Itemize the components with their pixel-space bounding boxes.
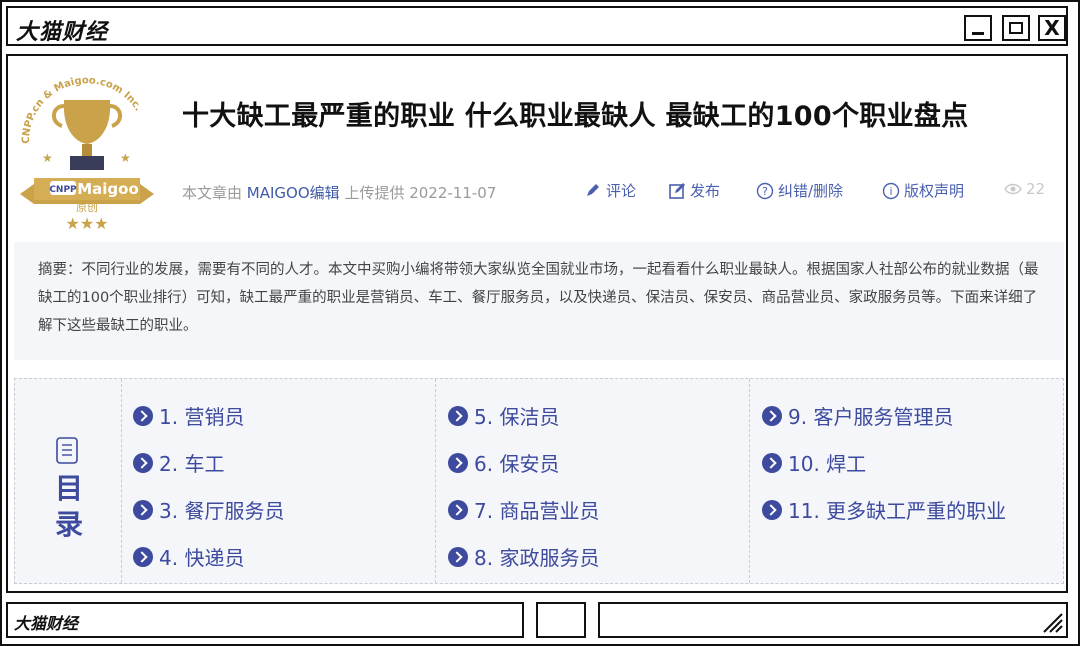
toc-item-label: 11. 更多缺工严重的职业 <box>788 499 1007 523</box>
view-count-value: 22 <box>1026 180 1046 198</box>
editor-link[interactable]: MAIGOO编辑 <box>247 184 340 202</box>
chevron-circle-icon <box>133 405 153 426</box>
table-of-contents: 目录 1. 营销员 2. 车工 3. 餐厅服务员 4. 快递员 5. 保洁员 6… <box>14 378 1064 584</box>
toc-item[interactable]: 7. 商品营业员 <box>448 495 599 524</box>
article-title: 十大缺工最严重的职业 什么职业最缺人 最缺工的100个职业盘点 <box>182 101 969 132</box>
chevron-circle-icon <box>762 499 782 520</box>
eye-icon <box>1004 183 1022 195</box>
edit-square-icon <box>669 182 685 199</box>
article-summary: 摘要：不同行业的发展，需要有不同的人才。本文中买购小编将带领大家纵览全国就业市场… <box>14 242 1064 360</box>
toc-item[interactable]: 4. 快递员 <box>133 542 244 571</box>
article-meta: 本文章由 MAIGOO编辑 上传提供 2022-11-07 <box>182 182 496 203</box>
toc-item[interactable]: 8. 家政服务员 <box>448 542 599 571</box>
toc-title: 目录 <box>54 472 83 541</box>
close-icon: X <box>1044 16 1060 40</box>
status-bar-panel-wide <box>598 602 1068 638</box>
logo-stars: ★★★ <box>65 214 108 233</box>
toc-item-label: 9. 客户服务管理员 <box>788 405 954 429</box>
status-bar-label: 大猫财经 <box>14 614 79 633</box>
title-bar: 大猫财经 X <box>6 6 1068 46</box>
toc-item-label: 10. 焊工 <box>788 452 867 476</box>
content-viewport: CNPP.cn & Maigoo.com Inc. ★ ★ CNPP Maigo… <box>6 54 1068 593</box>
meta-suffix: 上传提供 2022-11-07 <box>344 184 497 202</box>
copyright-button[interactable]: i 版权声明 <box>882 180 964 201</box>
document-icon <box>56 437 78 464</box>
window-title: 大猫财经 <box>16 20 109 45</box>
meta-prefix: 本文章由 <box>182 184 243 202</box>
info-circle-icon: i <box>882 182 900 199</box>
cnpp-maigoo-original-logo: CNPP.cn & Maigoo.com Inc. ★ ★ CNPP Maigo… <box>20 75 154 233</box>
chevron-circle-icon <box>448 499 468 520</box>
toc-item-label: 8. 家政服务员 <box>474 546 600 570</box>
chevron-circle-icon <box>448 405 468 426</box>
toc-item[interactable]: 10. 焊工 <box>762 448 866 477</box>
chevron-circle-icon <box>448 452 468 473</box>
report-label: 纠错/删除 <box>778 182 844 200</box>
pencil-icon <box>587 183 599 196</box>
report-button[interactable]: ? 纠错/删除 <box>756 180 843 201</box>
toc-item-label: 1. 营销员 <box>159 405 245 429</box>
logo-badge-left: CNPP <box>49 185 77 195</box>
minimize-button[interactable] <box>964 15 992 41</box>
toc-header: 目录 <box>15 379 122 583</box>
toc-item[interactable]: 2. 车工 <box>133 448 224 477</box>
resize-grip-icon[interactable] <box>1038 608 1064 634</box>
question-circle-icon: ? <box>756 182 774 199</box>
svg-text:★: ★ <box>42 151 53 165</box>
chevron-circle-icon <box>762 405 782 426</box>
publish-label: 发布 <box>690 182 721 200</box>
status-bar-label-panel: 大猫财经 <box>6 602 524 638</box>
toc-item-label: 3. 餐厅服务员 <box>159 499 285 523</box>
toc-item-label: 7. 商品营业员 <box>474 499 600 523</box>
logo-sub: 原创 <box>76 201 98 214</box>
chevron-circle-icon <box>133 499 153 520</box>
chevron-circle-icon <box>762 452 782 473</box>
svg-text:★: ★ <box>120 151 131 165</box>
comment-label: 评论 <box>606 182 637 200</box>
publish-button[interactable]: 发布 <box>668 180 720 201</box>
chevron-circle-icon <box>448 546 468 567</box>
toc-item[interactable]: 5. 保洁员 <box>448 401 559 430</box>
svg-text:?: ? <box>762 185 768 198</box>
toc-item[interactable]: 1. 营销员 <box>133 401 244 430</box>
logo-badge-right: Maigoo <box>77 180 139 198</box>
toc-item[interactable]: 6. 保安员 <box>448 448 559 477</box>
view-count: 22 <box>1004 180 1045 198</box>
toc-item[interactable]: 3. 餐厅服务员 <box>133 495 284 524</box>
toc-item-label: 4. 快递员 <box>159 546 245 570</box>
chevron-circle-icon <box>133 546 153 567</box>
toc-item-label: 2. 车工 <box>159 452 225 476</box>
toc-item-label: 5. 保洁员 <box>474 405 560 429</box>
toc-item[interactable]: 11. 更多缺工严重的职业 <box>762 495 1006 524</box>
comment-button[interactable]: 评论 <box>584 180 636 201</box>
maximize-button[interactable] <box>1002 15 1030 41</box>
status-bar-panel-small <box>536 602 586 638</box>
copyright-label: 版权声明 <box>904 182 965 200</box>
toc-item-label: 6. 保安员 <box>474 452 560 476</box>
svg-text:i: i <box>889 185 892 198</box>
toc-column-2: 5. 保洁员 6. 保安员 7. 商品营业员 8. 家政服务员 <box>435 379 599 583</box>
close-button[interactable]: X <box>1038 15 1066 41</box>
chevron-circle-icon <box>133 452 153 473</box>
toc-item[interactable]: 9. 客户服务管理员 <box>762 401 953 430</box>
toc-column-3: 9. 客户服务管理员 10. 焊工 11. 更多缺工严重的职业 <box>749 379 1006 583</box>
